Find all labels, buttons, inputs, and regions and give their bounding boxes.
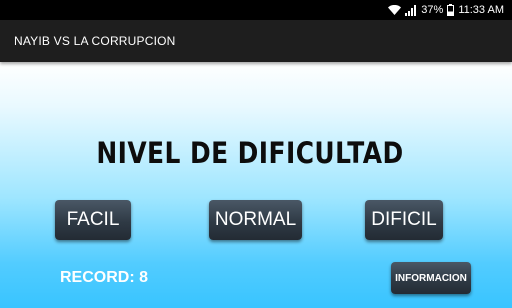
battery-percent: 37%	[421, 4, 444, 16]
battery-icon	[447, 4, 455, 16]
status-bar: 37% 11:33 AM	[0, 0, 512, 20]
informacion-button[interactable]: INFORMACION	[391, 262, 471, 294]
dificil-button[interactable]: DIFICIL	[365, 200, 443, 240]
normal-button[interactable]: NORMAL	[209, 200, 302, 240]
record-score: RECORD: 8	[60, 269, 149, 286]
difficulty-heading: NIVEL DE DIFICULTAD	[96, 136, 404, 170]
app-title: NAYIB VS LA CORRUPCION	[14, 34, 176, 48]
main-content: NIVEL DE DIFICULTAD FACIL NORMAL DIFICIL…	[0, 62, 512, 308]
signal-icon	[405, 4, 417, 16]
action-bar: NAYIB VS LA CORRUPCION	[0, 20, 512, 62]
wifi-icon	[388, 5, 402, 15]
clock: 11:33 AM	[458, 4, 504, 16]
facil-button[interactable]: FACIL	[55, 200, 131, 240]
